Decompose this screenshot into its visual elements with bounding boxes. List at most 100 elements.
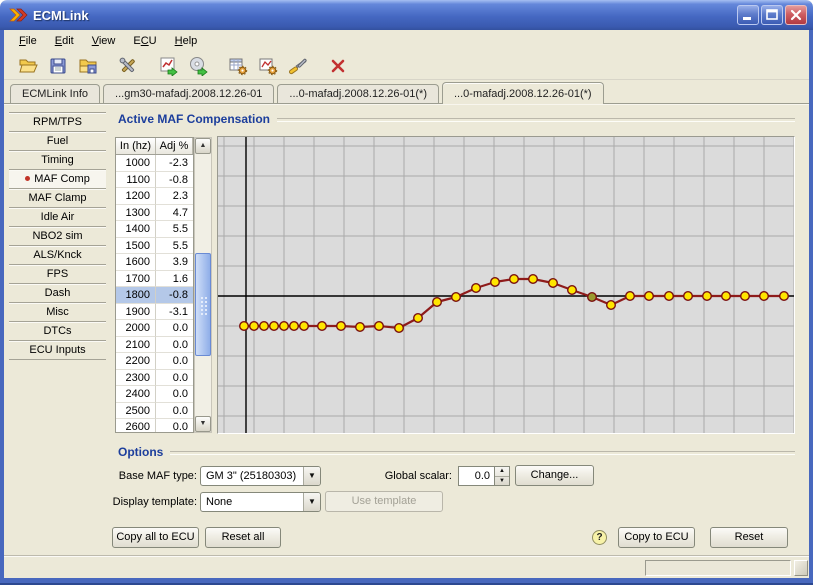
copy-to-ecu-button[interactable]: Copy to ECU (618, 527, 695, 548)
chart-point-selected[interactable] (588, 293, 597, 302)
table-row[interactable]: 24000.0 (116, 386, 193, 403)
cell-adj-pct[interactable]: 0.0 (156, 419, 193, 433)
table-row[interactable]: 26000.0 (116, 419, 193, 433)
table-row[interactable]: 1100-0.8 (116, 172, 193, 189)
chart-point[interactable] (741, 292, 750, 301)
open-file-icon[interactable] (18, 56, 38, 76)
chart-point[interactable] (280, 322, 289, 331)
chart-point[interactable] (645, 292, 654, 301)
maximize-button[interactable] (761, 5, 783, 25)
chart-point[interactable] (760, 292, 769, 301)
sidebar-item-misc[interactable]: Misc (9, 303, 106, 322)
column-header-in-hz[interactable]: In (hz) (116, 138, 156, 154)
cell-in-hz[interactable]: 1500 (116, 238, 156, 255)
tab-ecmlink-info[interactable]: ECMLink Info (10, 84, 100, 103)
tab-log-3[interactable]: ...0-mafadj.2008.12.26-01(*) (442, 82, 604, 104)
title-bar[interactable]: ECMLink (0, 0, 813, 30)
scroll-down-arrow-icon[interactable]: ▼ (195, 416, 211, 432)
cell-adj-pct[interactable]: 0.0 (156, 353, 193, 370)
change-button[interactable]: Change... (515, 465, 594, 486)
cell-in-hz[interactable]: 1400 (116, 221, 156, 238)
cell-adj-pct[interactable]: 1.6 (156, 271, 193, 288)
table-scrollbar[interactable]: ▲ ▼ (194, 137, 212, 433)
table-row[interactable]: 17001.6 (116, 271, 193, 288)
sidebar-item-dash[interactable]: Dash (9, 284, 106, 303)
reset-button[interactable]: Reset (710, 527, 788, 548)
cell-in-hz[interactable]: 1700 (116, 271, 156, 288)
table-row[interactable]: 21000.0 (116, 337, 193, 354)
cell-adj-pct[interactable]: 2.3 (156, 188, 193, 205)
cell-adj-pct[interactable]: 0.0 (156, 320, 193, 337)
maf-compensation-chart[interactable] (217, 136, 795, 434)
cell-in-hz[interactable]: 1900 (116, 304, 156, 321)
chevron-down-icon[interactable]: ▼ (303, 493, 320, 511)
cell-in-hz[interactable]: 2100 (116, 337, 156, 354)
table-row[interactable]: 23000.0 (116, 370, 193, 387)
chart-point[interactable] (529, 275, 538, 284)
base-maf-type-dropdown[interactable]: GM 3" (25180303) ▼ (200, 466, 321, 486)
chart-point[interactable] (240, 322, 249, 331)
chart-point[interactable] (395, 324, 404, 333)
chart-point[interactable] (250, 322, 259, 331)
chart-point[interactable] (665, 292, 674, 301)
chart-point[interactable] (433, 298, 442, 307)
chart-point[interactable] (337, 322, 346, 331)
cell-adj-pct[interactable]: -0.8 (156, 172, 193, 189)
sidebar-item-fuel[interactable]: Fuel (9, 132, 106, 151)
chart-point[interactable] (684, 292, 693, 301)
table-row[interactable]: 1000-2.3 (116, 155, 193, 172)
chart-point[interactable] (626, 292, 635, 301)
save-copy-icon[interactable] (78, 56, 98, 76)
chart-point[interactable] (780, 292, 789, 301)
scrollbar-thumb[interactable] (195, 253, 211, 356)
table-row[interactable]: 1800-0.8 (116, 287, 193, 304)
chart-point[interactable] (356, 323, 365, 332)
chart-point[interactable] (318, 322, 327, 331)
table-row[interactable]: 1900-3.1 (116, 304, 193, 321)
sidebar-item-maf-comp[interactable]: MAF Comp (9, 170, 106, 189)
chart-point[interactable] (722, 292, 731, 301)
table-row[interactable]: 25000.0 (116, 403, 193, 420)
sidebar-item-maf-clamp[interactable]: MAF Clamp (9, 189, 106, 208)
scroll-up-arrow-icon[interactable]: ▲ (195, 138, 211, 154)
minimize-button[interactable] (737, 5, 759, 25)
spin-down-icon[interactable]: ▼ (495, 477, 509, 486)
sidebar-item-idle-air[interactable]: Idle Air (9, 208, 106, 227)
reset-all-button[interactable]: Reset all (205, 527, 281, 548)
maintenance-icon[interactable] (288, 56, 308, 76)
chart-point[interactable] (491, 278, 500, 287)
chart-point[interactable] (703, 292, 712, 301)
cell-adj-pct[interactable]: -3.1 (156, 304, 193, 321)
sidebar-item-nbo2-sim[interactable]: NBO2 sim (9, 227, 106, 246)
menu-item-ecu[interactable]: ECU (124, 32, 165, 50)
export-graph-icon[interactable] (158, 56, 178, 76)
cell-in-hz[interactable]: 2600 (116, 419, 156, 433)
table-row[interactable]: 14005.5 (116, 221, 193, 238)
cell-in-hz[interactable]: 1100 (116, 172, 156, 189)
sidebar-item-timing[interactable]: Timing (9, 151, 106, 170)
menu-item-help[interactable]: Help (166, 32, 207, 50)
cell-adj-pct[interactable]: 5.5 (156, 221, 193, 238)
cell-in-hz[interactable]: 2200 (116, 353, 156, 370)
menu-item-edit[interactable]: Edit (46, 32, 83, 50)
chart-point[interactable] (270, 322, 279, 331)
cell-in-hz[interactable]: 1200 (116, 188, 156, 205)
table-row[interactable]: 12002.3 (116, 188, 193, 205)
cell-adj-pct[interactable]: -2.3 (156, 155, 193, 172)
cell-in-hz[interactable]: 1300 (116, 205, 156, 222)
save-file-icon[interactable] (48, 56, 68, 76)
chart-point[interactable] (375, 322, 384, 331)
capture-data-icon[interactable] (188, 56, 208, 76)
sidebar-item-dtcs[interactable]: DTCs (9, 322, 106, 341)
chart-point[interactable] (510, 275, 519, 284)
cell-in-hz[interactable]: 2500 (116, 403, 156, 420)
chart-point[interactable] (472, 284, 481, 293)
tab-log-1[interactable]: ...gm30-mafadj.2008.12.26-01 (103, 84, 274, 103)
display-template-dropdown[interactable]: None ▼ (200, 492, 321, 512)
copy-all-to-ecu-button[interactable]: Copy all to ECU (112, 527, 199, 548)
cell-adj-pct[interactable]: 4.7 (156, 205, 193, 222)
menu-item-file[interactable]: File (10, 32, 46, 50)
cell-in-hz[interactable]: 1000 (116, 155, 156, 172)
chart-point[interactable] (300, 322, 309, 331)
cell-adj-pct[interactable]: 0.0 (156, 370, 193, 387)
